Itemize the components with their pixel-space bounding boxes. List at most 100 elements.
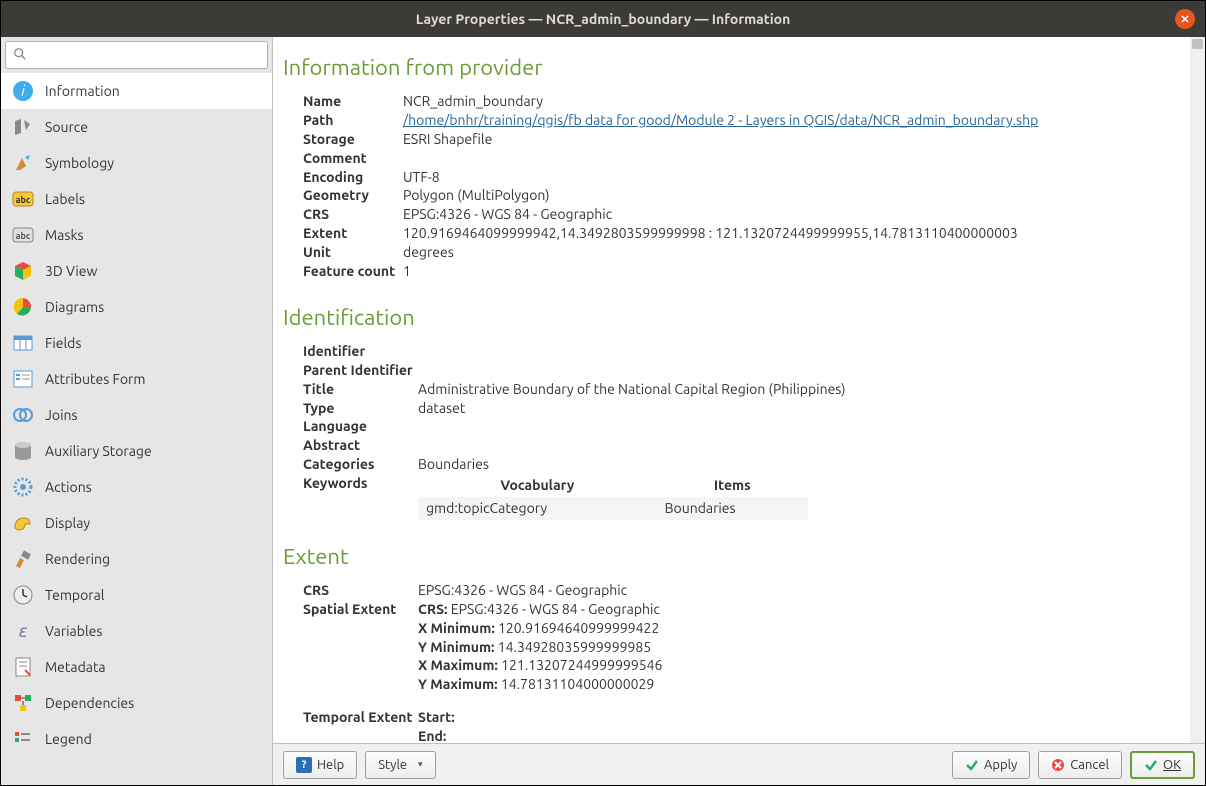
value-geometry: Polygon (MultiPolygon) (403, 186, 550, 205)
nav-source[interactable]: Source (1, 109, 272, 145)
nav-auxiliary-storage[interactable]: Auxiliary Storage (1, 433, 272, 469)
se-xmax-v: 121.13207244999999546 (498, 657, 663, 673)
cancel-icon (1051, 758, 1065, 772)
variables-icon: ε (11, 619, 35, 643)
section-provider-heading: Information from provider (283, 55, 1187, 80)
label-crs: CRS (303, 205, 403, 224)
body-area: i Information Source Symbology abc Label… (1, 37, 1205, 785)
close-icon: ✕ (1180, 13, 1189, 26)
value-temporal-extent: Start: End: (418, 708, 455, 743)
nav-labels[interactable]: abc Labels (1, 181, 272, 217)
se-ymin-l: Y Minimum: (418, 639, 495, 655)
apply-label: Apply (984, 758, 1017, 772)
nav-actions[interactable]: Actions (1, 469, 272, 505)
nav-list[interactable]: i Information Source Symbology abc Label… (1, 73, 272, 785)
nav-3dview[interactable]: 3D View (1, 253, 272, 289)
label-language: Language (303, 417, 418, 436)
ok-label: OK (1163, 758, 1181, 772)
style-button[interactable]: Style ▾ (365, 751, 435, 779)
value-path-link[interactable]: /home/bnhr/training/qgis/fb data for goo… (403, 112, 1038, 128)
gear-icon (11, 475, 35, 499)
value-storage: ESRI Shapefile (403, 130, 492, 149)
se-ymax-l: Y Maximum: (418, 676, 498, 692)
close-button[interactable]: ✕ (1175, 9, 1195, 29)
nav-fields[interactable]: Fields (1, 325, 272, 361)
cancel-button[interactable]: Cancel (1038, 751, 1122, 779)
style-label: Style (378, 758, 407, 772)
label-comment: Comment (303, 149, 403, 168)
label-name: Name (303, 92, 403, 111)
te-start-l: Start: (418, 709, 455, 725)
label-ext-crs: CRS (303, 581, 418, 600)
extent-table: CRSEPSG:4326 - WGS 84 - Geographic Spati… (303, 581, 1187, 743)
nav-legend[interactable]: Legend (1, 721, 272, 757)
value-title: Administrative Boundary of the National … (418, 380, 846, 399)
scrollbar[interactable] (1190, 37, 1205, 743)
nav-symbology[interactable]: Symbology (1, 145, 272, 181)
label-extent: Extent (303, 224, 403, 243)
value-unit: degrees (403, 243, 454, 262)
apply-button[interactable]: Apply (952, 751, 1030, 779)
labels-icon: abc (11, 187, 35, 211)
nav-label: Rendering (45, 551, 110, 567)
nav-label: Legend (45, 731, 92, 747)
value-encoding: UTF-8 (403, 168, 440, 187)
nav-label: Diagrams (45, 299, 104, 315)
nav-display[interactable]: Display (1, 505, 272, 541)
label-parent: Parent Identifier (303, 361, 418, 380)
chevron-down-icon: ▾ (418, 759, 423, 770)
nav-attributes-form[interactable]: Attributes Form (1, 361, 272, 397)
nav-label: Temporal (45, 587, 104, 603)
source-icon (11, 115, 35, 139)
label-featcount: Feature count (303, 262, 403, 281)
nav-dependencies[interactable]: Dependencies (1, 685, 272, 721)
nav-label: Information (45, 83, 120, 99)
se-ymax-v: 14.78131104000000029 (498, 676, 655, 692)
nav-label: Labels (45, 191, 85, 207)
se-xmin-l: X Minimum: (418, 620, 495, 636)
database-icon (11, 439, 35, 463)
svg-text:abc: abc (16, 195, 31, 205)
value-featcount: 1 (403, 262, 411, 281)
section-identification-heading: Identification (283, 305, 1187, 330)
nav-masks[interactable]: abc Masks (1, 217, 272, 253)
nav-temporal[interactable]: Temporal (1, 577, 272, 613)
label-categories: Categories (303, 455, 418, 474)
nav-information[interactable]: i Information (1, 73, 272, 109)
cube-icon (11, 259, 35, 283)
kw-header-vocab: Vocabulary (418, 474, 657, 497)
nav-label: Symbology (45, 155, 114, 171)
label-title: Title (303, 380, 418, 399)
info-panel[interactable]: Information from provider NameNCR_admin_… (273, 37, 1205, 743)
display-icon (11, 511, 35, 535)
help-button[interactable]: ? Help (283, 751, 357, 779)
label-encoding: Encoding (303, 168, 403, 187)
search-wrap (1, 37, 272, 73)
help-icon: ? (296, 757, 312, 773)
scrollbar-thumb[interactable] (1192, 39, 1203, 49)
se-crs-l: CRS: (418, 601, 448, 617)
nav-variables[interactable]: ε Variables (1, 613, 272, 649)
keywords-table-wrap: VocabularyItems gmd:topicCategoryBoundar… (418, 474, 808, 520)
sidebar: i Information Source Symbology abc Label… (1, 37, 273, 785)
svg-text:abc: abc (16, 231, 31, 241)
dialog-footer: ? Help Style ▾ Apply Cancel (273, 743, 1205, 785)
search-input[interactable] (5, 41, 268, 69)
ok-button[interactable]: OK (1130, 751, 1195, 779)
value-spatial-extent: CRS: EPSG:4326 - WGS 84 - Geographic X M… (418, 600, 662, 694)
brush-icon (11, 547, 35, 571)
nav-metadata[interactable]: Metadata (1, 649, 272, 685)
te-end-l: End: (418, 728, 446, 743)
information-icon: i (11, 79, 35, 103)
nav-label: Joins (45, 407, 78, 423)
value-extent: 120.9169464099999942,14.3492803599999998… (403, 224, 1018, 243)
fields-icon (11, 331, 35, 355)
check-icon (965, 758, 979, 772)
nav-label: Actions (45, 479, 92, 495)
window-title: Layer Properties — NCR_admin_boundary — … (416, 11, 791, 27)
nav-label: Display (45, 515, 90, 531)
nav-rendering[interactable]: Rendering (1, 541, 272, 577)
search-icon (13, 47, 27, 61)
nav-diagrams[interactable]: Diagrams (1, 289, 272, 325)
nav-joins[interactable]: Joins (1, 397, 272, 433)
